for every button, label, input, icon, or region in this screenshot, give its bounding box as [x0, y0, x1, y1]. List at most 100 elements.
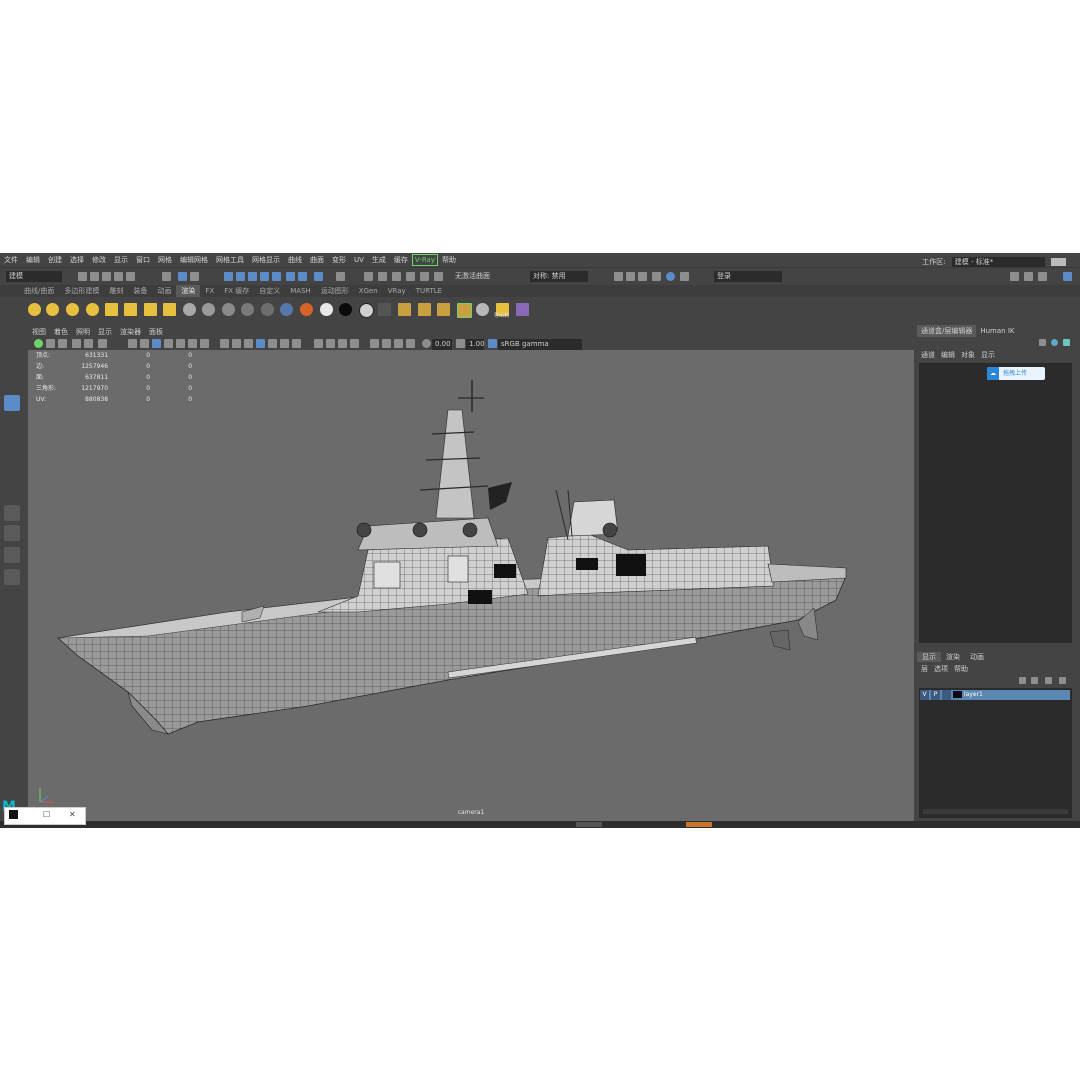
shader-lambert-icon[interactable]	[202, 303, 215, 316]
render-view-icon[interactable]	[614, 272, 623, 281]
vp-menu-renderer[interactable]: 渲染器	[116, 327, 145, 338]
gamma-field[interactable]: 1.00	[466, 339, 485, 350]
new-scene-icon[interactable]	[78, 272, 87, 281]
grease-pencil-icon[interactable]	[98, 339, 107, 348]
shader-surface-icon[interactable]	[300, 303, 313, 316]
view-transform-dropdown[interactable]: sRGB gamma	[498, 339, 582, 350]
time-slider-marker[interactable]	[576, 822, 602, 827]
save-scene-icon[interactable]	[102, 272, 111, 281]
safe-title-icon[interactable]	[200, 339, 209, 348]
directional-light-icon[interactable]	[46, 303, 59, 316]
menu-deform[interactable]: 变形	[328, 253, 350, 267]
undo-icon[interactable]	[114, 272, 123, 281]
layer-scrollbar[interactable]	[923, 809, 1068, 814]
shelf-tab-xgen[interactable]: XGen	[354, 285, 383, 297]
menu-mesh[interactable]: 网格	[154, 253, 176, 267]
menu-select[interactable]: 选择	[66, 253, 88, 267]
shelf-tab-fx-cache[interactable]: FX 缓存	[219, 285, 254, 297]
single-view-icon[interactable]	[4, 505, 20, 521]
move-layer-down-icon[interactable]	[1031, 677, 1038, 684]
move-tool-icon[interactable]	[4, 395, 20, 411]
render-globals-icon[interactable]	[652, 272, 661, 281]
live-surface-field[interactable]: 无激活曲面	[452, 271, 512, 282]
shelf-tab-turtle[interactable]: TURTLE	[411, 285, 447, 297]
light-editor-icon[interactable]	[434, 272, 443, 281]
anti-alias-icon[interactable]	[338, 339, 347, 348]
shader-black-icon[interactable]	[339, 303, 352, 316]
le-menu-options[interactable]: 选项	[934, 665, 954, 673]
field-chart-icon[interactable]	[176, 339, 185, 348]
history-icon[interactable]	[336, 272, 345, 281]
snap-vertex-icon[interactable]	[286, 272, 295, 281]
isolate-select-icon[interactable]	[370, 339, 379, 348]
drag-upload-button[interactable]: ☁ 拖拽上传	[987, 367, 1045, 380]
xray-components-icon[interactable]	[406, 339, 415, 348]
open-scene-icon[interactable]	[90, 272, 99, 281]
shelf-tab-poly[interactable]: 多边形建模	[59, 285, 104, 297]
tab-render-layers[interactable]: 渲染	[941, 652, 965, 662]
shader-ramp-icon[interactable]	[280, 303, 293, 316]
depth-of-field-icon[interactable]	[350, 339, 359, 348]
hypershade-icon[interactable]	[406, 272, 415, 281]
workspace-dropdown[interactable]: 建模 - 标准*	[951, 257, 1045, 267]
render-icon[interactable]	[364, 272, 373, 281]
attribute-editor-panel-icon[interactable]	[1063, 339, 1070, 346]
ipr-icon[interactable]	[638, 272, 647, 281]
camera-select-icon[interactable]	[34, 339, 43, 348]
select-hierarchy-icon[interactable]	[162, 272, 171, 281]
le-menu-layers[interactable]: 层	[921, 665, 934, 673]
menu-vray[interactable]: V-Ray	[411, 254, 438, 266]
menu-cache[interactable]: 缓存	[390, 253, 412, 267]
shelf-tab-curves[interactable]: 曲线/曲面	[0, 285, 59, 297]
vray-render-icon[interactable]	[666, 272, 675, 281]
menu-curves[interactable]: 曲线	[284, 253, 306, 267]
snap-curve-icon[interactable]	[236, 272, 245, 281]
vp-menu-panels[interactable]: 面板	[145, 327, 167, 338]
render-current-icon[interactable]	[626, 272, 635, 281]
menu-window[interactable]: 窗口	[132, 253, 154, 267]
shader-aniso-icon[interactable]	[261, 303, 274, 316]
menu-modify[interactable]: 修改	[88, 253, 110, 267]
exposure-icon[interactable]	[422, 339, 431, 348]
modeling-toolkit-icon[interactable]	[1010, 272, 1019, 281]
menu-edit-mesh[interactable]: 编辑网格	[176, 253, 212, 267]
redo-icon[interactable]	[126, 272, 135, 281]
new-layer-selected-icon[interactable]	[1059, 677, 1066, 684]
layer-color-swatch[interactable]	[953, 691, 962, 698]
layer-row[interactable]: VP layer1	[920, 690, 1070, 700]
area-light-icon[interactable]	[105, 303, 118, 316]
menu-generate[interactable]: 生成	[368, 253, 390, 267]
render-snapshot-icon[interactable]	[457, 303, 472, 318]
shader-white-icon[interactable]	[320, 303, 333, 316]
close-button[interactable]: ✕	[69, 810, 76, 819]
vp-menu-show[interactable]: 显示	[94, 327, 116, 338]
resolution-gate-icon[interactable]	[152, 339, 161, 348]
grid-icon[interactable]	[128, 339, 137, 348]
gate-mask-icon[interactable]	[164, 339, 173, 348]
shelf-tab-motion-graphics[interactable]: 运动图形	[316, 285, 354, 297]
ipr-render-icon[interactable]	[378, 272, 387, 281]
shelf-tab-sculpt[interactable]: 雕刻	[104, 285, 128, 297]
shelf-tab-fx[interactable]: FX	[200, 285, 219, 297]
image-plane-icon[interactable]	[72, 339, 81, 348]
smooth-shade-icon[interactable]	[232, 339, 241, 348]
tab-display-layers[interactable]: 显示	[917, 652, 941, 662]
camera-aim-icon[interactable]	[163, 303, 176, 316]
lasso-tool-icon[interactable]	[4, 353, 20, 369]
render-setup-icon[interactable]	[420, 272, 429, 281]
select-tool-icon[interactable]	[4, 331, 20, 347]
outliner-view-icon[interactable]	[4, 569, 20, 585]
menu-edit[interactable]: 编辑	[22, 253, 44, 267]
tab-channel-box[interactable]: 通道盒/层编辑器	[917, 325, 977, 337]
snap-pivot-icon[interactable]	[298, 272, 307, 281]
shader-phonge-icon[interactable]	[241, 303, 254, 316]
ship-wireframe-model[interactable]	[28, 350, 914, 822]
xray-icon[interactable]	[382, 339, 391, 348]
shader-use-bg-icon[interactable]	[359, 303, 374, 318]
xray-joints-icon[interactable]	[394, 339, 403, 348]
bookmark-icon[interactable]	[58, 339, 67, 348]
shelf-tab-custom[interactable]: 自定义	[254, 285, 285, 297]
tab-human-ik[interactable]: Human IK	[976, 325, 1018, 337]
select-object-icon[interactable]	[178, 272, 187, 281]
cb-menu-channels[interactable]: 通道	[921, 351, 941, 359]
